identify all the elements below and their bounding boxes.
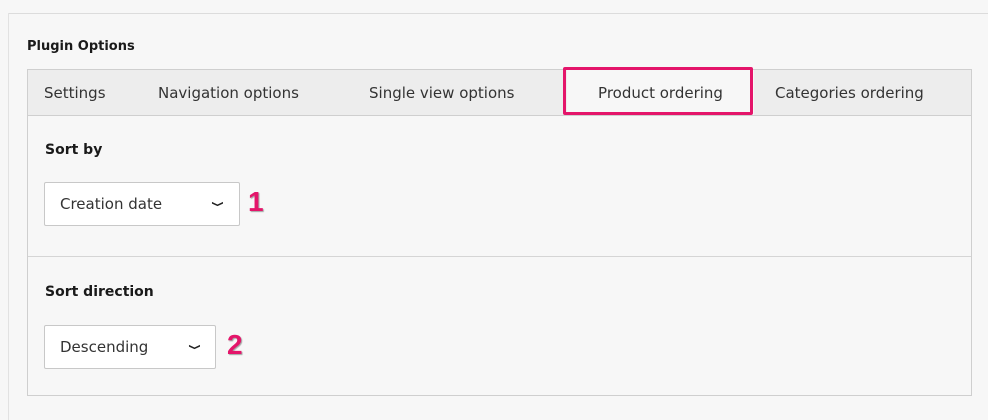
chevron-down-icon: ❯	[188, 343, 202, 351]
chevron-down-icon: ❯	[211, 200, 225, 208]
sort-by-value: Creation date	[60, 195, 163, 213]
top-divider	[8, 13, 988, 14]
tab-product-ordering[interactable]: Product ordering	[567, 70, 754, 116]
sort-direction-select[interactable]: Descending ❯	[44, 325, 216, 369]
tab-categories-ordering[interactable]: Categories ordering	[775, 70, 924, 116]
sort-direction-value: Descending	[60, 338, 149, 356]
tab-navigation-options[interactable]: Navigation options	[158, 70, 299, 116]
annotation-marker-1: 1	[248, 186, 264, 217]
section-divider	[28, 256, 971, 257]
tab-content-panel: Sort by Creation date ❯ 1 Sort direction…	[27, 115, 972, 396]
annotation-marker-2: 2	[227, 329, 243, 360]
panel-title: Plugin Options	[27, 39, 135, 54]
sort-by-select[interactable]: Creation date ❯	[44, 182, 240, 226]
sort-by-label: Sort by	[45, 142, 103, 158]
tab-bar: Settings Navigation options Single view …	[27, 69, 972, 116]
tab-single-view-options[interactable]: Single view options	[369, 70, 514, 116]
tab-settings[interactable]: Settings	[44, 70, 106, 116]
left-border	[8, 13, 9, 420]
sort-direction-label: Sort direction	[45, 284, 154, 300]
